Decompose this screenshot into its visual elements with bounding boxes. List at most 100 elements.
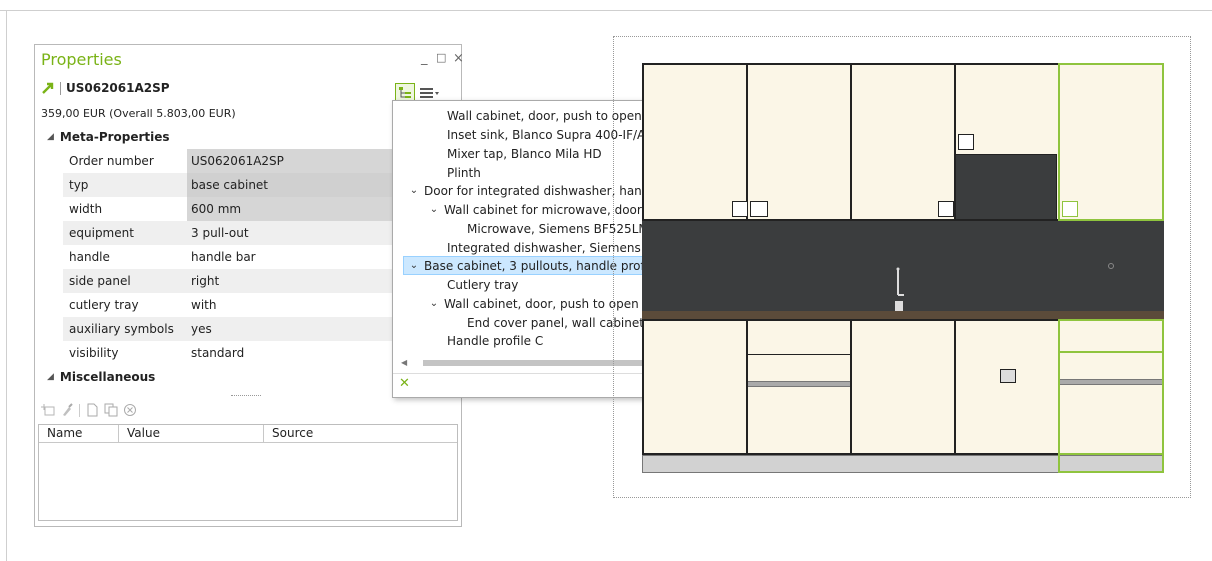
property-row[interactable]: auxiliary symbols yes [63,317,425,341]
chevron-down-icon[interactable]: ⌄ [408,185,420,196]
tree-item[interactable]: Cutlery tray [447,275,518,294]
symbol-box [732,201,748,217]
tree-view-icon [399,87,411,98]
object-id: US062061A2SP [66,81,170,95]
property-value[interactable]: with [187,293,425,317]
tree-item-label: Handle profile C [447,333,544,348]
arrow-icon[interactable] [41,81,55,95]
property-value[interactable]: right [187,269,425,293]
property-value[interactable]: handle bar [187,245,425,269]
wall-cabinet[interactable] [850,63,956,221]
tree-item-label: Cutlery tray [447,277,519,292]
symbol-box [938,201,954,217]
drawer-rail [748,381,850,387]
minimize-button[interactable]: _ [421,51,428,66]
source-table-header: Name Value Source [39,425,457,443]
tree-item-label: Mixer tap, Blanco Mila HD [447,146,602,161]
property-value: base cabinet [187,173,425,197]
tree-item[interactable]: Handle profile C [447,331,543,350]
miscellaneous-header[interactable]: ◢ Miscellaneous [47,367,155,387]
property-name: cutlery tray [69,298,139,312]
property-row[interactable]: cutlery tray with [63,293,425,317]
splitter-handle[interactable] [231,395,261,397]
plinth-selected[interactable] [1058,453,1164,473]
column-header-value[interactable]: Value [119,425,264,442]
pullout-divider [1060,351,1162,353]
chevron-down-icon[interactable]: ⌄ [428,204,440,215]
chevron-down-icon[interactable]: ⌄ [408,260,420,271]
symbol-box [750,201,768,217]
meta-properties-header[interactable]: ◢ Meta-Properties [47,127,170,147]
tree-item[interactable]: Plinth [447,163,481,182]
restore-button[interactable]: □ [436,51,446,64]
property-name: width [69,202,103,216]
clear-filter-icon[interactable]: ✕ [399,376,410,391]
property-row[interactable]: Order number US062061A2SP [63,149,425,173]
tree-item[interactable]: Mixer tap, Blanco Mila HD [447,144,602,163]
object-row: US062061A2SP [41,79,170,97]
countertop [642,311,1164,319]
microwave[interactable] [955,154,1057,220]
property-row[interactable]: width 600 mm [63,197,425,221]
property-name: Order number [69,154,154,168]
scroll-left-icon[interactable]: ◀ [401,358,407,367]
price-text: 359,00 EUR (Overall 5.803,00 EUR) [41,107,236,120]
section-label: Miscellaneous [59,370,156,384]
property-row[interactable]: equipment 3 pull-out [63,221,425,245]
panel-title: Properties [41,50,122,69]
property-row[interactable]: typ base cabinet [63,173,425,197]
list-menu-icon [420,88,439,98]
property-value: 600 mm [187,197,425,221]
property-value: US062061A2SP [187,149,425,173]
property-row[interactable]: side panel right [63,269,425,293]
copy-icon[interactable] [104,403,118,417]
tree-item[interactable]: ⌄ Wall cabinet, door, push to open [428,294,639,313]
symbol-box [958,134,974,150]
tree-item-label: Wall cabinet, door, push to open [444,296,639,311]
column-header-source[interactable]: Source [264,425,457,442]
frame-top-border [0,10,1212,11]
remove-icon[interactable] [123,403,137,417]
base-cabinet[interactable] [642,319,748,455]
property-value[interactable]: 3 pull-out [187,221,425,245]
base-cabinet[interactable] [850,319,956,455]
symbol-box [1062,201,1078,217]
frame-left-border [6,10,7,561]
property-name: equipment [69,226,134,240]
property-value[interactable]: yes [187,317,425,341]
wall-cabinet-selected[interactable] [1058,63,1164,221]
property-value[interactable]: standard [187,341,425,365]
property-name: typ [69,178,89,192]
tree-item-label: Plinth [447,165,481,180]
new-document-icon[interactable] [85,403,99,417]
outlet-icon [1108,263,1114,269]
toolbar-separator [79,403,80,417]
base-cabinet-sink[interactable] [746,319,852,455]
property-name: handle [69,250,110,264]
chevron-down-icon[interactable]: ⌄ [428,298,440,309]
drawer-rail [1060,379,1162,385]
close-button[interactable]: × [453,51,464,66]
mixer-tap-icon[interactable] [890,265,910,313]
section-label: Meta-Properties [59,130,170,144]
property-grid: Order number US062061A2SP typ base cabinet… [63,149,425,365]
brush-icon[interactable] [60,403,74,417]
kitchen-elevation-view[interactable] [613,36,1191,498]
drawer-divider [748,354,850,355]
add-row-icon[interactable] [41,403,55,417]
separator [60,81,61,95]
source-toolbar [41,403,137,417]
property-row[interactable]: handle handle bar [63,245,425,269]
collapse-icon: ◢ [47,132,54,142]
column-header-name[interactable]: Name [39,425,119,442]
property-name: visibility [69,346,119,360]
source-table: Name Value Source [38,424,458,521]
property-row[interactable]: visibility standard [63,341,425,365]
property-name: side panel [69,274,131,288]
wall-cabinet[interactable] [642,63,748,221]
base-cabinet-selected[interactable] [1058,319,1164,455]
wall-cabinet[interactable] [746,63,852,221]
symbol-box [1000,369,1016,383]
collapse-icon: ◢ [47,372,54,382]
dishwasher-door[interactable] [954,319,1060,455]
